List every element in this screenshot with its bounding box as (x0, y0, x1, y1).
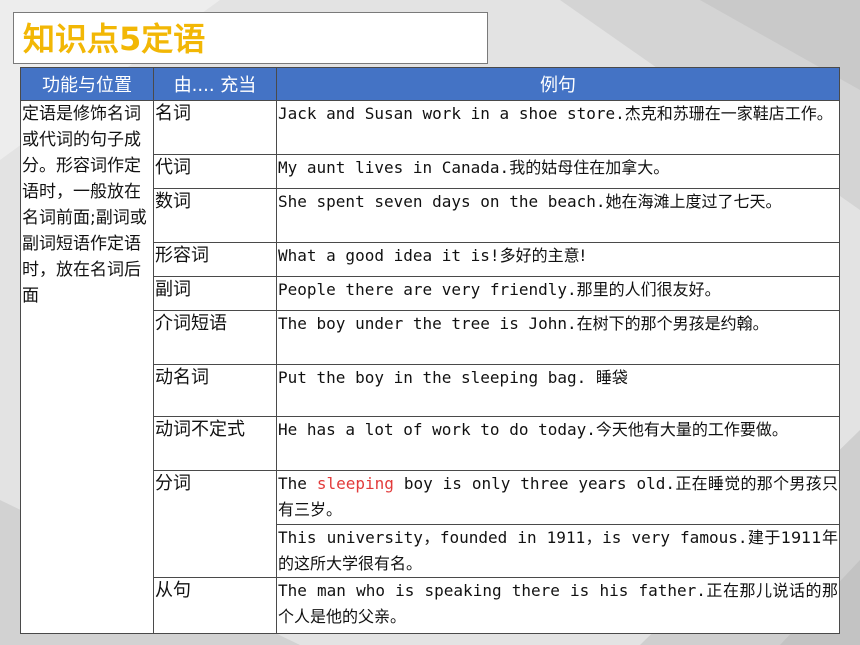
header-served-by: 由.... 充当 (153, 67, 277, 101)
example-en: People there are very friendly. (278, 280, 577, 299)
example-cell: This university，founded in 1911，is very … (276, 524, 840, 578)
example-en: He has a lot of work to do today. (278, 420, 596, 439)
category-cell: 数词 (153, 188, 277, 243)
category-cell: 副词 (153, 276, 277, 311)
example-en-post: boy is only three years old. (393, 474, 676, 493)
example-cell: The boy under the tree is John.在树下的那个男孩是… (276, 310, 840, 365)
example-en: My aunt lives in Canada. (278, 158, 510, 177)
header-function-position: 功能与位置 (20, 67, 154, 101)
example-zh: 她在海滩上度过了七天。 (605, 192, 782, 211)
example-zh: 多好的主意! (499, 246, 586, 265)
example-cell: Put the boy in the sleeping bag. 睡袋 (276, 364, 840, 417)
example-zh: 在树下的那个男孩是约翰。 (576, 314, 769, 333)
example-zh: 我的姑母住在加拿大。 (509, 158, 670, 177)
category-cell: 动名词 (153, 364, 277, 417)
example-cell: My aunt lives in Canada.我的姑母住在加拿大。 (276, 154, 840, 189)
function-description: 定语是修饰名词或代词的句子成分。形容词作定语时，一般放在名词前面;副词或副词短语… (20, 100, 154, 634)
category-cell: 介词短语 (153, 310, 277, 365)
table-row: 定语是修饰名词或代词的句子成分。形容词作定语时，一般放在名词前面;副词或副词短语… (20, 100, 840, 634)
example-en-pre: The (278, 474, 317, 493)
category-cell: 代词 (153, 154, 277, 189)
example-en: Put the boy in the sleeping bag. (278, 368, 596, 387)
example-cell: Jack and Susan work in a shoe store.杰克和苏… (276, 100, 840, 155)
example-en: The boy under the tree is John. (278, 314, 577, 333)
slide-title: 知识点5定语 (23, 20, 206, 58)
attributive-table: 功能与位置 由.... 充当 例句 定语是修饰名词或代词的句子成分。形容词作定语… (20, 67, 840, 634)
example-cell: People there are very friendly.那里的人们很友好。 (276, 276, 840, 311)
example-en: This university，founded in 1911，is very … (278, 528, 748, 547)
slide-title-box: 知识点5定语 (13, 12, 488, 64)
example-zh: 睡袋 (595, 368, 628, 387)
table-header-row: 功能与位置 由.... 充当 例句 (20, 67, 840, 101)
example-zh: 今天他有大量的工作要做。 (595, 420, 788, 439)
example-en: She spent seven days on the beach. (278, 192, 606, 211)
example-en: What a good idea it is! (278, 246, 500, 265)
header-example: 例句 (276, 67, 840, 101)
example-zh: 杰克和苏珊在一家鞋店工作。 (624, 104, 833, 123)
example-cell: He has a lot of work to do today.今天他有大量的… (276, 416, 840, 471)
category-cell: 分词 (153, 470, 277, 578)
example-cell: What a good idea it is!多好的主意! (276, 242, 840, 277)
category-cell: 形容词 (153, 242, 277, 277)
example-cell: She spent seven days on the beach.她在海滩上度… (276, 188, 840, 243)
example-zh: 那里的人们很友好。 (576, 280, 721, 299)
category-cell: 从句 (153, 577, 277, 634)
example-en: Jack and Susan work in a shoe store. (278, 104, 625, 123)
example-highlight-word: sleeping (316, 474, 394, 493)
category-cell: 动词不定式 (153, 416, 277, 471)
example-cell: The sleeping boy is only three years old… (276, 470, 840, 525)
example-en: The man who is speaking there is his fat… (278, 581, 706, 600)
example-cell: The man who is speaking there is his fat… (276, 577, 840, 634)
category-cell: 名词 (153, 100, 277, 155)
